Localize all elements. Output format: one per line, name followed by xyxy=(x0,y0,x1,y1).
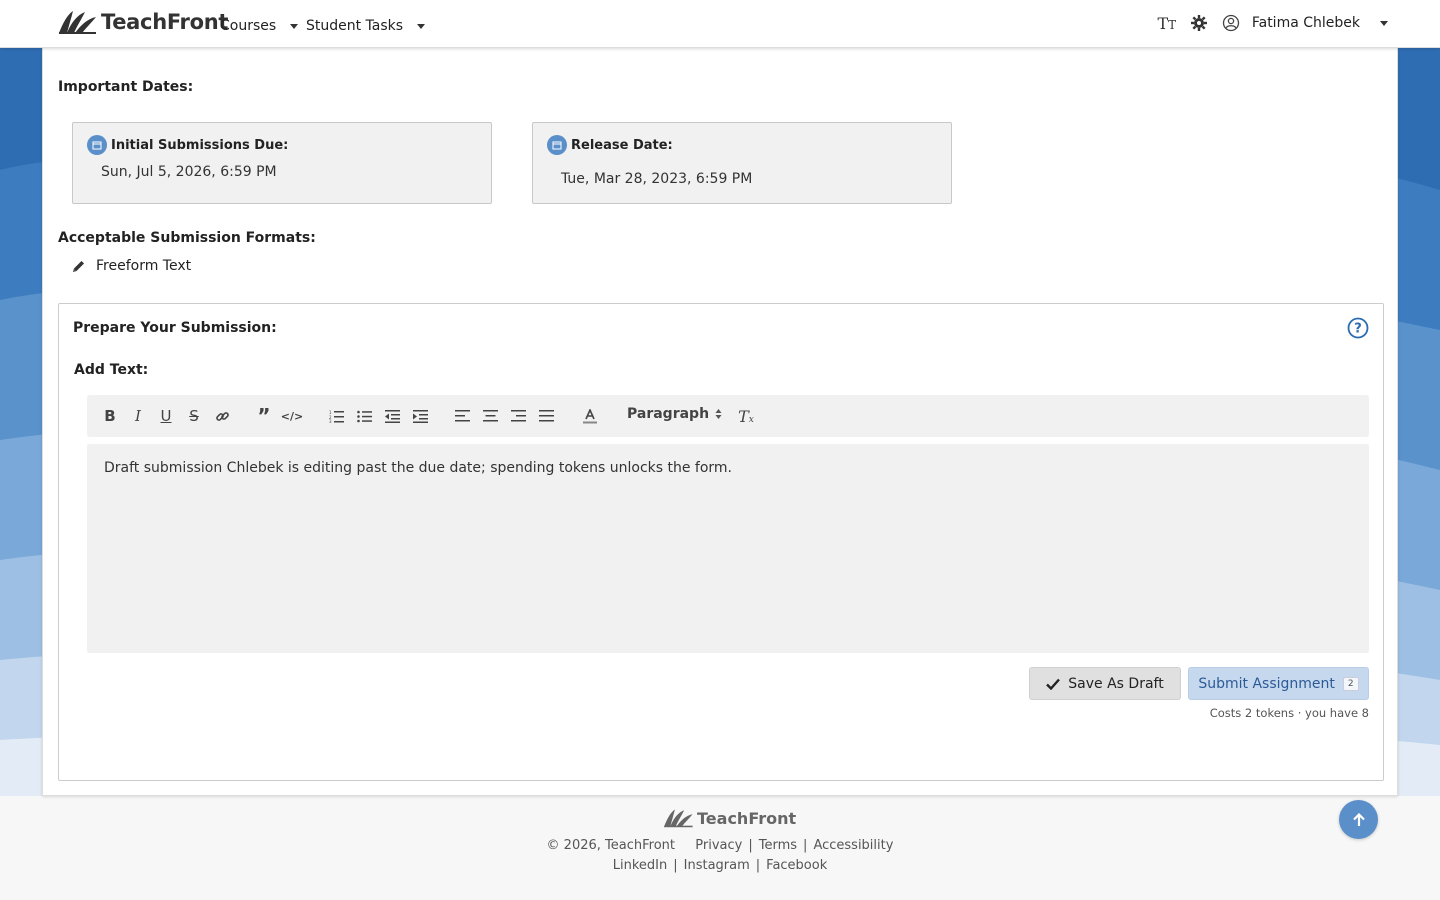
ordered-list-icon[interactable]: 123 xyxy=(325,405,347,427)
top-navbar: TeachFront Courses Student Tasks TT Fati… xyxy=(0,0,1440,48)
sort-arrows-icon xyxy=(715,409,722,419)
release-value: Tue, Mar 28, 2023, 6:59 PM xyxy=(561,171,753,187)
footer-row-2: LinkedIn | Instagram | Facebook xyxy=(612,858,828,873)
submit-assignment-button[interactable]: Submit Assignment 2 xyxy=(1188,667,1369,700)
user-avatar-icon[interactable] xyxy=(1220,12,1242,34)
footer-link-instagram[interactable]: Instagram xyxy=(684,858,750,873)
format-item-freeform-text: Freeform Text xyxy=(71,258,191,274)
footer-link-linkedin[interactable]: LinkedIn xyxy=(613,858,667,873)
nav-courses-label: Courses xyxy=(220,18,277,34)
initial-due-label: Initial Submissions Due: xyxy=(111,137,289,153)
paragraph-format-select[interactable]: Paragraph xyxy=(627,406,722,422)
user-menu-dropdown[interactable]: Fatima Chlebek xyxy=(1252,15,1388,31)
token-cost-note: Costs 2 tokens · you have 8 xyxy=(1209,706,1369,720)
scroll-to-top-button[interactable] xyxy=(1339,800,1378,839)
text-color-icon[interactable] xyxy=(579,405,601,427)
submit-assignment-label: Submit Assignment xyxy=(1198,675,1335,692)
check-icon xyxy=(1046,678,1061,690)
footer-link-facebook[interactable]: Facebook xyxy=(766,858,827,873)
initial-due-value: Sun, Jul 5, 2026, 6:59 PM xyxy=(101,164,277,180)
text-size-icon[interactable]: TT xyxy=(1156,12,1178,34)
footer-copyright: © 2026, TeachFront xyxy=(546,838,675,853)
svg-text:?: ? xyxy=(1354,322,1362,337)
link-icon[interactable] xyxy=(211,405,233,427)
save-as-draft-label: Save As Draft xyxy=(1068,675,1164,692)
editor-content: Draft submission Chlebek is editing past… xyxy=(104,460,733,476)
svg-text:3: 3 xyxy=(329,419,332,423)
clear-format-icon[interactable]: Tx xyxy=(735,405,757,427)
pencil-icon xyxy=(73,260,84,272)
blockquote-icon[interactable]: ” xyxy=(253,404,275,428)
important-dates-heading: Important Dates: xyxy=(58,79,194,95)
release-date-box: Release Date: Tue, Mar 28, 2023, 6:59 PM xyxy=(532,122,952,204)
theme-gear-icon[interactable] xyxy=(1188,12,1210,34)
outdent-icon[interactable] xyxy=(381,405,403,427)
calendar-icon xyxy=(547,135,567,155)
submission-text-editor[interactable]: Draft submission Chlebek is editing past… xyxy=(87,444,1369,653)
save-as-draft-button[interactable]: Save As Draft xyxy=(1029,667,1181,700)
nav-student-tasks-label: Student Tasks xyxy=(306,18,404,34)
align-justify-icon[interactable] xyxy=(535,405,557,427)
rich-text-toolbar: B I U S ” </> 123 Paragraph T x xyxy=(87,395,1369,437)
user-name: Fatima Chlebek xyxy=(1251,15,1360,31)
footer-brand-name: TeachFront xyxy=(697,808,797,828)
bold-icon[interactable]: B xyxy=(99,405,121,427)
nav-courses-dropdown[interactable]: Courses xyxy=(220,18,299,34)
footer-link-privacy[interactable]: Privacy xyxy=(695,838,742,853)
align-right-icon[interactable] xyxy=(507,405,529,427)
brand-name: TeachFront xyxy=(101,10,229,34)
footer-row-1: © 2026, TeachFront Privacy | Terms | Accessi… xyxy=(546,838,894,853)
align-left-icon[interactable] xyxy=(451,405,473,427)
arrow-up-icon xyxy=(1352,812,1365,826)
assignment-card: Important Dates: Initial Submissions Due… xyxy=(42,48,1398,796)
initial-due-label-row: Initial Submissions Due: xyxy=(87,135,288,155)
nav-student-tasks-dropdown[interactable]: Student Tasks xyxy=(306,18,426,34)
chevron-down-icon xyxy=(1380,20,1388,26)
footer-brand-logo[interactable]: TeachFront xyxy=(662,808,796,828)
calendar-icon xyxy=(87,135,107,155)
help-question-icon[interactable]: ? xyxy=(1347,317,1369,339)
initial-due-date-box: Initial Submissions Due: Sun, Jul 5, 202… xyxy=(72,122,492,204)
brand-leaf-icon xyxy=(59,11,96,34)
format-label: Freeform Text xyxy=(96,258,192,274)
formats-heading: Acceptable Submission Formats: xyxy=(58,230,316,246)
paragraph-format-label: Paragraph xyxy=(627,406,710,422)
token-cost-badge: 2 xyxy=(1342,676,1359,691)
align-center-icon[interactable] xyxy=(479,405,501,427)
prepare-submission-heading: Prepare Your Submission: xyxy=(73,320,277,336)
chevron-down-icon xyxy=(290,23,299,29)
italic-icon[interactable]: I xyxy=(127,405,149,427)
bullet-list-icon[interactable] xyxy=(353,405,375,427)
release-label: Release Date: xyxy=(571,137,673,153)
chevron-down-icon xyxy=(417,23,426,29)
release-label-row: Release Date: xyxy=(547,135,673,155)
nav-right-group: TT Fatima Chlebek xyxy=(1156,12,1388,34)
code-icon[interactable]: </> xyxy=(281,405,303,427)
strikethrough-icon[interactable]: S xyxy=(183,405,205,427)
brand-logo-link[interactable]: TeachFront xyxy=(57,9,228,35)
indent-icon[interactable] xyxy=(409,405,431,427)
brand-leaf-icon xyxy=(664,809,693,828)
footer-link-terms[interactable]: Terms xyxy=(759,838,797,853)
add-text-label: Add Text: xyxy=(74,362,149,378)
footer-link-accessibility[interactable]: Accessibility xyxy=(813,838,893,853)
underline-icon[interactable]: U xyxy=(155,405,177,427)
submission-panel: Prepare Your Submission: ? Add Text: B I… xyxy=(58,303,1384,781)
